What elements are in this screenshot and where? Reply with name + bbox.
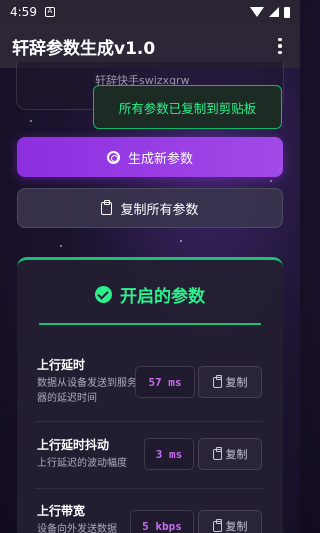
- param-desc: 上行延迟的波动幅度: [37, 458, 127, 469]
- card-divider: [39, 323, 261, 325]
- copy-button[interactable]: 复制: [198, 510, 262, 533]
- status-time: 4:59: [10, 5, 37, 19]
- gear-icon: [106, 150, 120, 164]
- param-row-uplink-delay: 上行延时 数据从设备发送到服务器的延迟时间 57 ms 复制: [17, 350, 283, 420]
- clipboard-icon: [212, 446, 222, 460]
- check-circle-icon: [95, 286, 112, 303]
- param-name: 上行带宽: [37, 504, 86, 518]
- copy-label: 复制: [225, 448, 248, 461]
- card-title: 开启的参数: [120, 287, 205, 307]
- param-value[interactable]: 3 ms: [144, 438, 194, 470]
- battery-icon: [284, 6, 290, 18]
- notification-icon: A: [44, 7, 55, 17]
- more-vert-icon[interactable]: [272, 36, 288, 56]
- status-bar: 4:59 A: [0, 0, 300, 24]
- clipboard-icon: [212, 518, 222, 532]
- generate-params-button[interactable]: 生成新参数: [17, 137, 283, 177]
- copied-toast: 所有参数已复制到剪贴板: [93, 85, 282, 129]
- card-header: 开启的参数: [17, 282, 283, 307]
- param-desc: 数据从设备发送到服务器的延迟时间: [37, 378, 137, 404]
- param-value[interactable]: 57 ms: [135, 366, 195, 398]
- param-name: 上行延时: [37, 358, 86, 372]
- wifi-icon: [250, 7, 264, 17]
- copy-all-button[interactable]: 复制所有参数: [17, 188, 283, 228]
- param-value[interactable]: 5 kbps: [130, 510, 194, 533]
- copy-label: 复制: [225, 520, 248, 533]
- copy-all-label: 复制所有参数: [120, 202, 199, 218]
- row-divider: [35, 421, 263, 422]
- clipboard-icon: [101, 199, 113, 215]
- generate-params-label: 生成新参数: [127, 151, 193, 167]
- row-divider: [35, 488, 263, 489]
- copy-label: 复制: [225, 376, 248, 389]
- signal-icon: [269, 7, 279, 17]
- param-row-uplink-jitter: 上行延时抖动 上行延迟的波动幅度 3 ms 复制: [17, 430, 283, 485]
- param-row-uplink-bandwidth: 上行带宽 设备向外发送数据 5 kbps 复制: [17, 496, 283, 533]
- clipboard-icon: [212, 374, 222, 388]
- copy-button[interactable]: 复制: [198, 438, 262, 470]
- app-title: 轩辞参数生成v1.0: [12, 38, 156, 59]
- param-name: 上行延时抖动: [37, 438, 110, 452]
- copy-button[interactable]: 复制: [198, 366, 262, 398]
- enabled-params-card: 开启的参数 上行延时 数据从设备发送到服务器的延迟时间 57 ms 复制 上行延…: [17, 257, 283, 533]
